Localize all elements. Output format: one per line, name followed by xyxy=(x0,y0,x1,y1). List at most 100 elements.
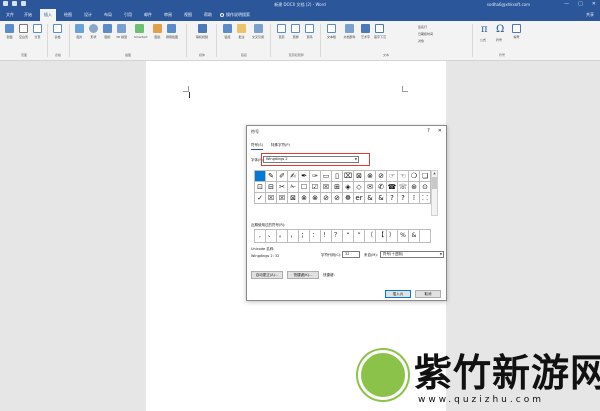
symbol-cell[interactable]: ⸬ xyxy=(420,193,431,204)
symbol-cell[interactable]: ☏ xyxy=(398,182,409,193)
symbol-cell[interactable]: ✍ xyxy=(288,171,299,182)
share-button[interactable]: 共享 xyxy=(586,9,594,21)
recent-symbol-cell[interactable]: “ xyxy=(343,230,354,243)
comment-button[interactable]: 批注 xyxy=(236,24,247,44)
symbol-cell[interactable]: ✑ xyxy=(310,171,321,182)
symbol-cell[interactable]: ⊘ xyxy=(332,193,343,204)
symbol-cell[interactable]: ✁ xyxy=(288,182,299,193)
symbol-cell[interactable]: ⁞ xyxy=(409,193,420,204)
page-break-button[interactable]: 分页 xyxy=(32,24,43,44)
smartart-button[interactable]: SmartArt xyxy=(134,24,148,44)
symbol-cell[interactable]: ☑ xyxy=(310,182,321,193)
3d-models-button[interactable]: 3D 模型 xyxy=(116,24,127,44)
symbol-cell[interactable]: ✎ xyxy=(266,171,277,182)
symbol-cell[interactable]: ❏ xyxy=(420,171,431,182)
symbol-cell[interactable]: ☜ xyxy=(398,171,409,182)
tab-home[interactable]: 开始 xyxy=(20,9,36,21)
recent-symbol-cell[interactable]: , xyxy=(255,230,266,243)
symbol-cell[interactable]: ❍ xyxy=(409,171,420,182)
insert-button[interactable]: 插入(I) xyxy=(385,290,411,298)
symbol-cell[interactable]: ⊡ xyxy=(255,182,266,193)
symbol-cell[interactable]: & xyxy=(365,193,376,204)
symbol-cell[interactable]: ✐ xyxy=(277,171,288,182)
recent-symbol-cell[interactable] xyxy=(420,230,431,243)
tab-help[interactable]: 帮助 xyxy=(200,9,216,21)
symbol-cell[interactable]: ⊠ xyxy=(288,193,299,204)
recent-symbol-cell[interactable]: % xyxy=(398,230,409,243)
tab-special-characters[interactable]: 特殊字符(P) xyxy=(271,143,290,148)
tab-file[interactable]: 文件 xyxy=(2,9,18,21)
page-number-button[interactable]: 页码 xyxy=(304,24,315,44)
maximize-icon[interactable]: □ xyxy=(578,0,583,9)
symbol-cell[interactable]: ⌧ xyxy=(343,171,354,182)
online-video-button[interactable]: 联机视频 xyxy=(192,24,212,44)
tab-design[interactable]: 设计 xyxy=(80,9,96,21)
icons-button[interactable]: 图标 xyxy=(102,24,113,44)
footer-button[interactable]: 页脚 xyxy=(290,24,301,44)
symbol-cell[interactable]: ✓ xyxy=(255,193,266,204)
symbol-cell[interactable]: ? xyxy=(387,193,398,204)
symbol-cell[interactable]: ⊟ xyxy=(266,182,277,193)
equation-button[interactable]: 公式 xyxy=(480,38,486,42)
symbol-cell[interactable]: ▭ xyxy=(321,171,332,182)
recent-symbol-cell[interactable]: 、 xyxy=(266,230,277,243)
symbol-cell[interactable]: ◇ xyxy=(354,182,365,193)
recent-symbol-cell[interactable]: ： xyxy=(310,230,321,243)
text-box-button[interactable]: 文本框 xyxy=(326,24,337,44)
tab-review[interactable]: 审阅 xyxy=(160,9,176,21)
recent-symbol-cell[interactable]: ） xyxy=(387,230,398,243)
blank-page-button[interactable]: 空白页 xyxy=(18,24,29,44)
recent-symbol-cell[interactable]: ！ xyxy=(321,230,332,243)
header-button[interactable]: 页眉 xyxy=(276,24,287,44)
recent-symbol-cell[interactable]: ， xyxy=(288,230,299,243)
close-icon[interactable]: ✕ xyxy=(438,128,442,134)
symbol-cell[interactable]: ⊛ xyxy=(409,182,420,193)
chart-button[interactable]: 图表 xyxy=(152,24,163,44)
chevron-down-icon[interactable]: ▼ xyxy=(440,252,442,257)
recent-symbol-cell[interactable]: ； xyxy=(299,230,310,243)
symbol-cell[interactable]: & xyxy=(376,193,387,204)
pictures-button[interactable]: 图片 xyxy=(74,24,85,44)
scroll-up-icon[interactable]: ▲ xyxy=(432,171,437,175)
symbol-cell[interactable]: ▯ xyxy=(332,171,343,182)
date-time-button[interactable]: 日期和时间 xyxy=(418,32,433,36)
wordart-button[interactable]: 艺术字 xyxy=(360,24,371,44)
symbol-cell[interactable]: ⊞ xyxy=(332,182,343,193)
close-icon[interactable]: ✕ xyxy=(592,0,596,9)
recent-symbol-cell[interactable]: ” xyxy=(354,230,365,243)
equation-icon[interactable]: π xyxy=(481,24,488,35)
symbol-grid-scrollbar[interactable]: ▲ xyxy=(431,170,438,216)
symbol-cell[interactable]: ☐ xyxy=(299,182,310,193)
tab-symbols[interactable]: 符号(S) xyxy=(251,143,263,150)
tab-view[interactable]: 视图 xyxy=(180,9,196,21)
symbol-cell[interactable]: ☒ xyxy=(277,193,288,204)
symbol-cell[interactable]: er xyxy=(354,193,365,204)
symbol-icon[interactable]: Ω xyxy=(496,24,504,35)
minimize-icon[interactable]: — xyxy=(564,0,569,9)
symbol-cell[interactable] xyxy=(255,171,266,182)
symbol-cell[interactable]: ☒ xyxy=(321,182,332,193)
object-button[interactable]: 对象 xyxy=(418,39,424,43)
quick-parts-button[interactable]: 文档部件 xyxy=(342,24,357,44)
symbol-button[interactable]: 符号 xyxy=(496,38,502,42)
recent-symbol-cell[interactable]: ？ xyxy=(332,230,343,243)
shapes-button[interactable]: 形状 xyxy=(88,24,99,44)
cross-reference-button[interactable]: 交叉引用 xyxy=(250,24,266,44)
symbol-cell[interactable]: ⊗ xyxy=(310,193,321,204)
symbol-cell[interactable]: ? xyxy=(398,193,409,204)
recent-symbol-cell[interactable]: 。 xyxy=(277,230,288,243)
symbol-cell[interactable]: ✉ xyxy=(365,182,376,193)
tab-references[interactable]: 引用 xyxy=(120,9,136,21)
tab-mailings[interactable]: 邮件 xyxy=(140,9,156,21)
char-code-input[interactable]: 32 xyxy=(342,251,360,258)
autocorrect-button[interactable]: 自动更正(A)... xyxy=(251,271,283,279)
symbol-cell[interactable]: ☸ xyxy=(343,193,354,204)
symbol-cell[interactable]: ⊘ xyxy=(321,193,332,204)
user-account[interactable]: sodha6@xhksoft.com xyxy=(487,0,530,9)
symbol-cell[interactable]: ⊠ xyxy=(354,171,365,182)
recent-symbol-cell[interactable]: & xyxy=(409,230,420,243)
cover-page-button[interactable]: 封面 xyxy=(4,24,15,44)
tab-insert[interactable]: 插入 xyxy=(40,9,56,21)
symbol-cell[interactable]: ☒ xyxy=(266,193,277,204)
numbering-button[interactable]: 编号 xyxy=(511,24,522,44)
